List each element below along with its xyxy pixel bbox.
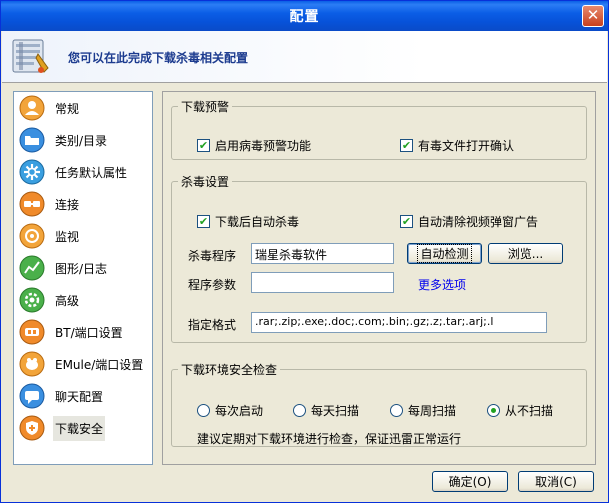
auto-detect-button[interactable]: 自动检测 xyxy=(407,243,482,264)
every-startup-label: 每次启动 xyxy=(215,404,264,418)
program-params-label: 程序参数 xyxy=(188,278,237,292)
chat-icon xyxy=(19,383,45,409)
weekly-scan-label: 每周扫描 xyxy=(408,404,457,418)
close-button[interactable]: ✕ xyxy=(582,5,604,27)
auto-detect-label: 自动检测 xyxy=(417,244,472,263)
graph-icon xyxy=(19,255,45,281)
ok-label: 确定(O) xyxy=(448,475,492,489)
sidebar-item-general[interactable]: 常规 xyxy=(16,92,152,124)
sidebar-item-label: 连接 xyxy=(55,197,80,212)
confirm-open-infected-checkbox[interactable]: ✔ 有毒文件打开确认 xyxy=(400,137,514,154)
browse-label: 浏览... xyxy=(507,247,544,261)
sidebar-item-label: BT/端口设置 xyxy=(55,325,123,340)
env-check-note: 建议定期对下载环境进行检查，保证迅雷正常运行 xyxy=(197,432,462,446)
radio-icon xyxy=(293,404,306,417)
cancel-label: 取消(C) xyxy=(535,475,577,489)
enable-virus-warning-label: 启用病毒预警功能 xyxy=(215,139,312,153)
file-format-label: 指定格式 xyxy=(188,318,237,332)
radio-icon xyxy=(197,404,210,417)
never-scan-label: 从不扫描 xyxy=(505,404,554,418)
advanced-gear-icon xyxy=(19,287,45,313)
sidebar-item-label: EMule/端口设置 xyxy=(55,357,144,372)
browse-button[interactable]: 浏览... xyxy=(488,243,563,264)
env-check-legend: 下载环境安全检查 xyxy=(181,363,278,377)
checkmark-icon: ✔ xyxy=(400,215,413,228)
sidebar-item-bt-port[interactable]: BT/端口设置 xyxy=(16,316,152,348)
antivirus-legend: 杀毒设置 xyxy=(181,175,230,189)
antivirus-group: 杀毒设置 ✔ 下载后自动杀毒 ✔ 自动清除视频弹窗广告 杀毒程序 瑞星杀毒软件 … xyxy=(171,173,587,343)
weekly-scan-radio[interactable]: 每周扫描 xyxy=(390,402,456,419)
sidebar-item-download-security[interactable]: 下载安全 xyxy=(16,412,152,444)
connection-icon xyxy=(19,191,45,217)
sidebar-item-label: 聊天配置 xyxy=(55,389,104,404)
category-sidebar[interactable]: 常规 类别/目录 任务默认属性 连接 监视 图形/日志 高级 BT/端口设置 E… xyxy=(13,91,153,465)
program-params-input[interactable] xyxy=(251,272,394,293)
sidebar-item-advanced[interactable]: 高级 xyxy=(16,284,152,316)
close-icon: ✕ xyxy=(586,6,600,24)
sidebar-item-chat[interactable]: 聊天配置 xyxy=(16,380,152,412)
banner-text: 您可以在此完成下载杀毒相关配置 xyxy=(68,51,249,65)
sidebar-item-label: 高级 xyxy=(55,293,80,308)
antivirus-program-label: 杀毒程序 xyxy=(188,249,237,263)
sidebar-item-label: 任务默认属性 xyxy=(55,165,128,180)
radio-selected-icon xyxy=(487,404,500,417)
daily-scan-label: 每天扫描 xyxy=(311,404,360,418)
env-check-group: 下载环境安全检查 每次启动 每天扫描 每周扫描 从不扫描 建议定期对下载环境进行… xyxy=(171,361,587,447)
checkmark-icon: ✔ xyxy=(197,139,210,152)
antivirus-program-input[interactable]: 瑞星杀毒软件 xyxy=(251,243,394,264)
config-window: 配置 ✕ 您可以在此完成下载杀毒相关配置 常规 类别/目录 任务默认属性 连接 … xyxy=(0,0,609,503)
auto-scan-label: 下载后自动杀毒 xyxy=(215,215,300,229)
enable-virus-warning-checkbox[interactable]: ✔ 启用病毒预警功能 xyxy=(197,137,311,154)
daily-scan-radio[interactable]: 每天扫描 xyxy=(293,402,359,419)
sidebar-item-label: 下载安全 xyxy=(53,415,106,441)
every-startup-radio[interactable]: 每次启动 xyxy=(197,402,263,419)
auto-clear-ads-checkbox[interactable]: ✔ 自动清除视频弹窗广告 xyxy=(400,213,538,230)
shield-icon xyxy=(19,415,45,441)
sidebar-item-label: 类别/目录 xyxy=(55,133,108,148)
ok-button[interactable]: 确定(O) xyxy=(432,471,508,492)
sidebar-item-label: 图形/日志 xyxy=(55,261,108,276)
gear-icon xyxy=(19,159,45,185)
person-icon xyxy=(19,95,45,121)
sidebar-item-graph-log[interactable]: 图形/日志 xyxy=(16,252,152,284)
sidebar-item-label: 监视 xyxy=(55,229,80,244)
folder-icon xyxy=(19,127,45,153)
settings-panel-icon xyxy=(12,39,49,73)
auto-scan-checkbox[interactable]: ✔ 下载后自动杀毒 xyxy=(197,213,299,230)
download-warning-group: 下载预警 ✔ 启用病毒预警功能 ✔ 有毒文件打开确认 xyxy=(171,98,587,160)
settings-panel: 下载预警 ✔ 启用病毒预警功能 ✔ 有毒文件打开确认 杀毒设置 ✔ 下载后自动杀… xyxy=(162,91,596,465)
never-scan-radio[interactable]: 从不扫描 xyxy=(487,402,553,419)
header-banner: 您可以在此完成下载杀毒相关配置 xyxy=(2,31,607,83)
sidebar-item-connection[interactable]: 连接 xyxy=(16,188,152,220)
more-options-link[interactable]: 更多选项 xyxy=(418,276,466,293)
download-warning-legend: 下载预警 xyxy=(181,100,230,114)
file-format-input[interactable]: .rar;.zip;.exe;.doc;.com;.bin;.gz;.z;.ta… xyxy=(251,312,547,333)
sidebar-item-emule-port[interactable]: EMule/端口设置 xyxy=(16,348,152,380)
sidebar-item-category[interactable]: 类别/目录 xyxy=(16,124,152,156)
checkmark-icon: ✔ xyxy=(197,215,210,228)
monitor-icon xyxy=(19,223,45,249)
title-bar[interactable]: 配置 ✕ xyxy=(1,1,608,31)
sidebar-item-label: 常规 xyxy=(55,101,80,116)
bt-icon xyxy=(19,319,45,345)
radio-icon xyxy=(390,404,403,417)
confirm-open-infected-label: 有毒文件打开确认 xyxy=(418,139,515,153)
sidebar-item-monitor[interactable]: 监视 xyxy=(16,220,152,252)
checkmark-icon: ✔ xyxy=(400,139,413,152)
emule-icon xyxy=(19,351,45,377)
auto-clear-ads-label: 自动清除视频弹窗广告 xyxy=(418,215,539,229)
sidebar-item-task-defaults[interactable]: 任务默认属性 xyxy=(16,156,152,188)
window-title: 配置 xyxy=(289,9,320,25)
cancel-button[interactable]: 取消(C) xyxy=(518,471,594,492)
